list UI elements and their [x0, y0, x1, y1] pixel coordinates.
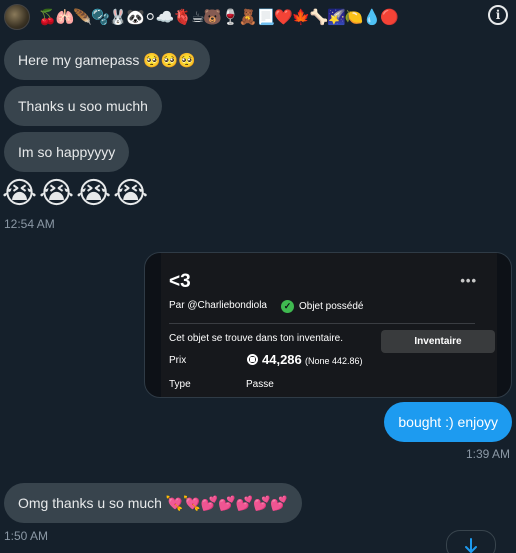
timestamp: 12:54 AM: [4, 217, 55, 231]
price-value: 44,286: [262, 352, 302, 367]
price-note: (None 442.86): [305, 356, 363, 366]
emoji-message[interactable]: 😭😭😭😭: [2, 176, 150, 212]
scroll-to-bottom-button[interactable]: [446, 530, 496, 553]
timestamp: 1:50 AM: [4, 529, 49, 543]
inventory-description: Cet objet se trouve dans ton inventaire.: [169, 333, 343, 344]
check-icon: ✓: [281, 300, 294, 313]
gamepass-screenshot: <3 ••• Par @Charliebondiola ✓ Objet poss…: [161, 253, 497, 397]
message-bubble-outgoing[interactable]: bought :) enjoyy: [384, 402, 512, 442]
message-bubble[interactable]: Omg thanks u so much 💘💘💕💕💕💕💕: [4, 483, 302, 523]
timestamp: 1:39 AM: [465, 447, 510, 461]
message-bubble[interactable]: Here my gamepass 🥺🥺🥺: [4, 40, 210, 80]
more-options-icon: •••: [460, 273, 477, 288]
gamepass-title: <3: [169, 271, 191, 292]
price-label: Prix: [169, 355, 187, 366]
image-attachment[interactable]: <3 ••• Par @Charliebondiola ✓ Objet poss…: [144, 252, 512, 398]
conversation-header: 🍒🫁🪶🫧🐰🐼⚪☁️🫀☕🐻🍷🧸📃❤️🍁🦴🌠🍋💧🔴 i: [0, 0, 516, 34]
arrow-down-icon: [465, 538, 477, 553]
robux-icon: [247, 354, 258, 365]
message-bubble[interactable]: Im so happyyyy: [4, 132, 130, 172]
info-icon[interactable]: i: [488, 5, 508, 25]
creator-label: Par @Charliebondiola: [169, 300, 267, 311]
type-label: Type: [169, 379, 191, 390]
message-bubble[interactable]: Thanks u soo muchh: [4, 86, 162, 126]
group-avatar[interactable]: [4, 4, 30, 30]
conversation-name[interactable]: 🍒🫁🪶🫧🐰🐼⚪☁️🫀☕🐻🍷🧸📃❤️🍁🦴🌠🍋💧🔴: [38, 8, 470, 26]
type-value: Passe: [246, 379, 274, 390]
inventory-button: Inventaire: [381, 330, 495, 353]
owned-label: Objet possédé: [299, 301, 364, 312]
divider: [169, 323, 475, 324]
